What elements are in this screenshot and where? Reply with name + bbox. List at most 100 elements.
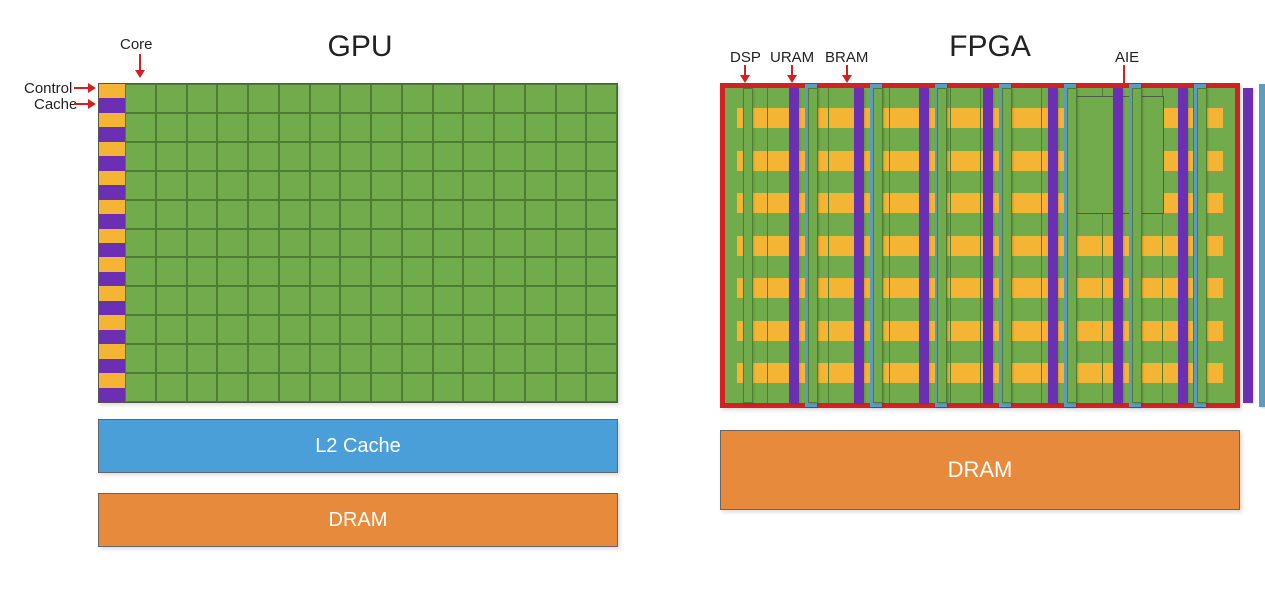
gpu-core-cell xyxy=(187,200,218,229)
gpu-core-cell xyxy=(525,171,556,200)
fpga-dsp-stripe xyxy=(873,88,883,403)
gpu-control-cell xyxy=(99,229,125,243)
gpu-control-cell xyxy=(99,113,125,127)
gpu-core-label: Core xyxy=(120,36,153,53)
gpu-core-cell xyxy=(586,315,617,344)
gpu-core-cell xyxy=(433,257,464,286)
gpu-core-cell xyxy=(494,344,525,373)
fpga-uram-label: URAM xyxy=(770,49,814,66)
gpu-core-cell xyxy=(279,229,310,258)
gpu-core-cell xyxy=(156,373,187,402)
gpu-core-cell xyxy=(248,200,279,229)
gpu-core-cell xyxy=(556,286,587,315)
gpu-core-cell xyxy=(217,286,248,315)
gpu-core-cell xyxy=(494,373,525,402)
gpu-core-cell xyxy=(248,171,279,200)
gpu-core-cell xyxy=(586,286,617,315)
gpu-control-cell xyxy=(99,286,125,300)
gpu-core-cell xyxy=(433,171,464,200)
gpu-core-cell xyxy=(187,344,218,373)
gpu-core-cell xyxy=(463,142,494,171)
gpu-core-cell xyxy=(187,113,218,142)
fpga-bram-label: BRAM xyxy=(825,49,868,66)
fpga-bram-arrow-icon xyxy=(840,65,854,85)
gpu-core-cell xyxy=(371,229,402,258)
gpu-core-cell xyxy=(402,315,433,344)
gpu-core-cell xyxy=(310,113,341,142)
gpu-core-cell xyxy=(310,373,341,402)
gpu-core-cell xyxy=(463,171,494,200)
gpu-core-cell xyxy=(310,344,341,373)
fpga-fabric xyxy=(725,88,1235,403)
gpu-core-cell xyxy=(433,315,464,344)
gpu-core-cell xyxy=(310,257,341,286)
gpu-cache-cell xyxy=(99,330,125,344)
gpu-core-cell xyxy=(340,171,371,200)
gpu-core-cell xyxy=(371,142,402,171)
gpu-core-cell xyxy=(125,229,156,258)
fpga-clb-col-border xyxy=(1041,88,1042,403)
gpu-core-cell xyxy=(402,171,433,200)
gpu-core-cell xyxy=(556,113,587,142)
gpu-core-cell xyxy=(586,142,617,171)
gpu-title: GPU xyxy=(300,30,420,64)
gpu-core-cell xyxy=(556,229,587,258)
gpu-core-cell xyxy=(340,344,371,373)
gpu-core-cell xyxy=(463,286,494,315)
gpu-core-cell xyxy=(371,286,402,315)
gpu-core-cell xyxy=(494,84,525,113)
gpu-core-cell xyxy=(556,344,587,373)
gpu-dram: DRAM xyxy=(98,493,618,547)
gpu-l2-cache: L2 Cache xyxy=(98,419,618,473)
gpu-core-arrow-icon xyxy=(133,54,147,80)
gpu-core-cell xyxy=(433,229,464,258)
gpu-core-cell xyxy=(125,200,156,229)
gpu-core-cell xyxy=(586,257,617,286)
gpu-core-cell xyxy=(494,200,525,229)
gpu-core-cell xyxy=(525,200,556,229)
gpu-core-cell xyxy=(463,113,494,142)
gpu-core-cell xyxy=(340,113,371,142)
gpu-core-cell xyxy=(402,257,433,286)
gpu-cache-cell xyxy=(99,301,125,315)
gpu-core-cell xyxy=(340,315,371,344)
gpu-core-cell xyxy=(525,113,556,142)
gpu-cache-cell xyxy=(99,156,125,170)
gpu-core-cell xyxy=(248,229,279,258)
gpu-core-cell xyxy=(125,257,156,286)
gpu-control-cell xyxy=(99,344,125,358)
fpga-uram-stripe xyxy=(1178,88,1188,403)
gpu-core-cell xyxy=(525,84,556,113)
gpu-core-cell xyxy=(156,84,187,113)
gpu-core-cell xyxy=(248,344,279,373)
gpu-core-cell xyxy=(156,315,187,344)
gpu-core-cell xyxy=(310,229,341,258)
gpu-core-cell xyxy=(586,229,617,258)
gpu-core-cell xyxy=(556,373,587,402)
fpga-dsp-stripe xyxy=(1132,88,1142,403)
gpu-core-cell xyxy=(125,286,156,315)
gpu-core-cell xyxy=(217,344,248,373)
gpu-cache-cell xyxy=(99,243,125,257)
gpu-cache-cell xyxy=(99,359,125,373)
gpu-core-cell xyxy=(586,344,617,373)
gpu-core-cell xyxy=(187,171,218,200)
fpga-dsp-stripe xyxy=(1067,88,1077,403)
gpu-core-cell xyxy=(125,142,156,171)
gpu-core-cell xyxy=(217,200,248,229)
gpu-control-cell xyxy=(99,200,125,214)
fpga-uram-stripe xyxy=(1048,88,1058,403)
gpu-core-cell xyxy=(340,142,371,171)
gpu-cache-cell xyxy=(99,127,125,141)
gpu-core-cell xyxy=(187,84,218,113)
gpu-core-cell xyxy=(586,373,617,402)
gpu-core-cell xyxy=(156,113,187,142)
gpu-core-cell xyxy=(279,200,310,229)
gpu-dram-label: DRAM xyxy=(329,509,388,532)
gpu-core-cell xyxy=(463,344,494,373)
gpu-core-cell xyxy=(463,315,494,344)
gpu-core-cell xyxy=(463,373,494,402)
gpu-core-cell xyxy=(156,200,187,229)
gpu-control-cell xyxy=(99,142,125,156)
gpu-core-cell xyxy=(248,286,279,315)
